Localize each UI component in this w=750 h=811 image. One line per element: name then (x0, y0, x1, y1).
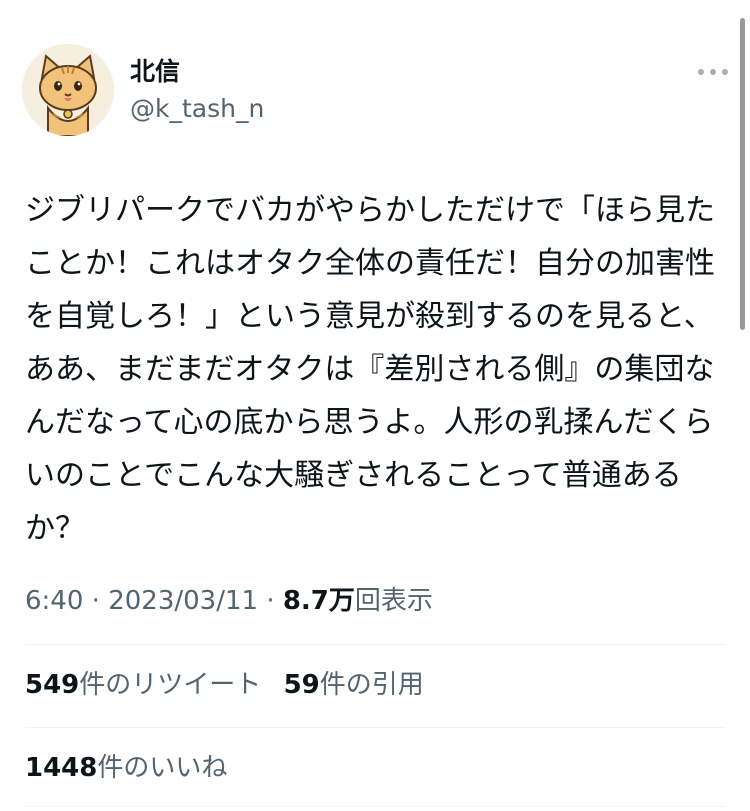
likes-label: 件のいいね (97, 753, 228, 783)
more-options-icon[interactable] (698, 62, 728, 82)
retweets-stat[interactable]: 549件のリツイート (25, 670, 261, 700)
scrollbar[interactable] (740, 18, 745, 330)
likes-count: 1448 (25, 753, 98, 783)
meta-separator: · (91, 586, 100, 616)
user-handle[interactable]: @k_tash_n (130, 93, 264, 125)
likes-stat[interactable]: 1448件のいいね (25, 753, 227, 783)
quotes-stat[interactable]: 59件の引用 (284, 670, 424, 700)
tweet-date[interactable]: 2023/03/11 (108, 586, 258, 616)
views-count: 8.7万 (282, 586, 355, 616)
views-label: 回表示 (354, 586, 433, 616)
tweet-time[interactable]: 6:40 (25, 586, 83, 616)
cat-avatar-icon[interactable] (22, 44, 114, 136)
more-dot (722, 69, 728, 75)
retweets-label: 件のリツイート (79, 670, 262, 700)
more-dot (710, 69, 716, 75)
quotes-count: 59 (283, 670, 320, 700)
meta-separator: · (266, 586, 275, 616)
divider (25, 806, 725, 807)
tweet-meta: 6:40 · 2023/03/11 · 8.7万回表示 (25, 583, 433, 619)
retweets-count: 549 (25, 670, 80, 700)
likes-stats: 1448件のいいね (25, 750, 227, 786)
divider (25, 727, 725, 728)
tweet-header: 北信 @k_tash_n (22, 44, 728, 136)
more-dot (698, 69, 704, 75)
divider (25, 644, 725, 645)
tweet-text: ジブリパークでバカがやらかしただけで「ほら見たことか！これはオタク全体の責任だ！… (25, 193, 715, 546)
quotes-label: 件の引用 (319, 670, 424, 700)
retweet-quote-stats: 549件のリツイート 59件の引用 (25, 667, 424, 703)
display-name[interactable]: 北信 (130, 56, 180, 88)
